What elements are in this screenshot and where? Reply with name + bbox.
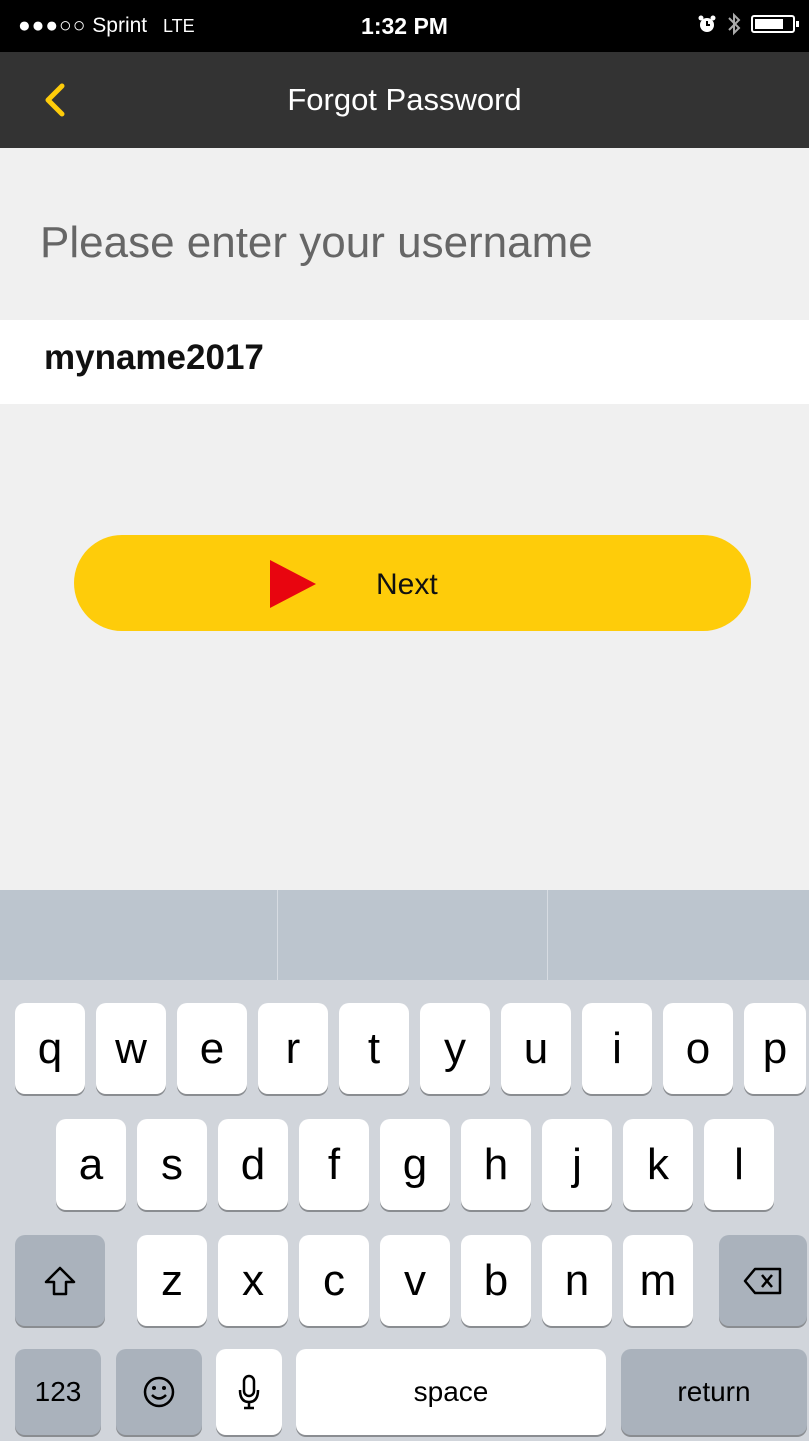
numbers-key[interactable]: 123 — [15, 1349, 101, 1435]
nav-bar: Forgot Password — [0, 52, 809, 148]
key-c[interactable]: c — [299, 1235, 369, 1326]
status-time: 1:32 PM — [361, 13, 448, 39]
key-s[interactable]: s — [137, 1119, 207, 1210]
microphone-icon — [238, 1374, 260, 1410]
key-u[interactable]: u — [501, 1003, 571, 1094]
battery-icon — [751, 15, 799, 33]
shift-icon — [44, 1266, 76, 1295]
predictive-bar — [0, 890, 809, 980]
key-i[interactable]: i — [582, 1003, 652, 1094]
suggestion-slot[interactable] — [548, 890, 809, 980]
keyboard: q w e r t y u i o p a s d f g h j k l z … — [0, 980, 809, 1441]
key-m[interactable]: m — [623, 1235, 693, 1326]
key-w[interactable]: w — [96, 1003, 166, 1094]
alarm-icon — [698, 15, 716, 32]
shift-key[interactable] — [15, 1235, 105, 1326]
delete-key[interactable] — [719, 1235, 807, 1326]
return-key[interactable]: return — [621, 1349, 807, 1435]
key-o[interactable]: o — [663, 1003, 733, 1094]
key-l[interactable]: l — [704, 1119, 774, 1210]
page-title: Forgot Password — [287, 82, 522, 117]
play-triangle-icon — [270, 560, 316, 608]
username-input[interactable] — [44, 338, 744, 378]
next-button-label: Next — [376, 568, 438, 601]
backspace-icon — [743, 1267, 782, 1294]
key-z[interactable]: z — [137, 1235, 207, 1326]
key-j[interactable]: j — [542, 1119, 612, 1210]
bluetooth-icon — [728, 12, 741, 36]
key-a[interactable]: a — [56, 1119, 126, 1210]
username-field[interactable] — [0, 320, 809, 404]
key-g[interactable]: g — [380, 1119, 450, 1210]
key-p[interactable]: p — [744, 1003, 806, 1094]
dictation-key[interactable] — [216, 1349, 282, 1435]
key-b[interactable]: b — [461, 1235, 531, 1326]
key-r[interactable]: r — [258, 1003, 328, 1094]
suggestion-slot[interactable] — [0, 890, 276, 980]
key-n[interactable]: n — [542, 1235, 612, 1326]
key-x[interactable]: x — [218, 1235, 288, 1326]
key-q[interactable]: q — [15, 1003, 85, 1094]
key-d[interactable]: d — [218, 1119, 288, 1210]
key-v[interactable]: v — [380, 1235, 450, 1326]
space-key[interactable]: space — [296, 1349, 606, 1435]
status-icons — [697, 12, 799, 36]
status-bar: ●●●○○ Sprint LTE 1:32 PM — [0, 0, 809, 52]
key-e[interactable]: e — [177, 1003, 247, 1094]
key-y[interactable]: y — [420, 1003, 490, 1094]
key-f[interactable]: f — [299, 1119, 369, 1210]
key-h[interactable]: h — [461, 1119, 531, 1210]
suggestion-slot[interactable] — [278, 890, 546, 980]
key-t[interactable]: t — [339, 1003, 409, 1094]
emoji-key[interactable] — [116, 1349, 202, 1435]
emoji-icon — [143, 1376, 175, 1408]
key-k[interactable]: k — [623, 1119, 693, 1210]
username-prompt: Please enter your username — [40, 218, 593, 267]
